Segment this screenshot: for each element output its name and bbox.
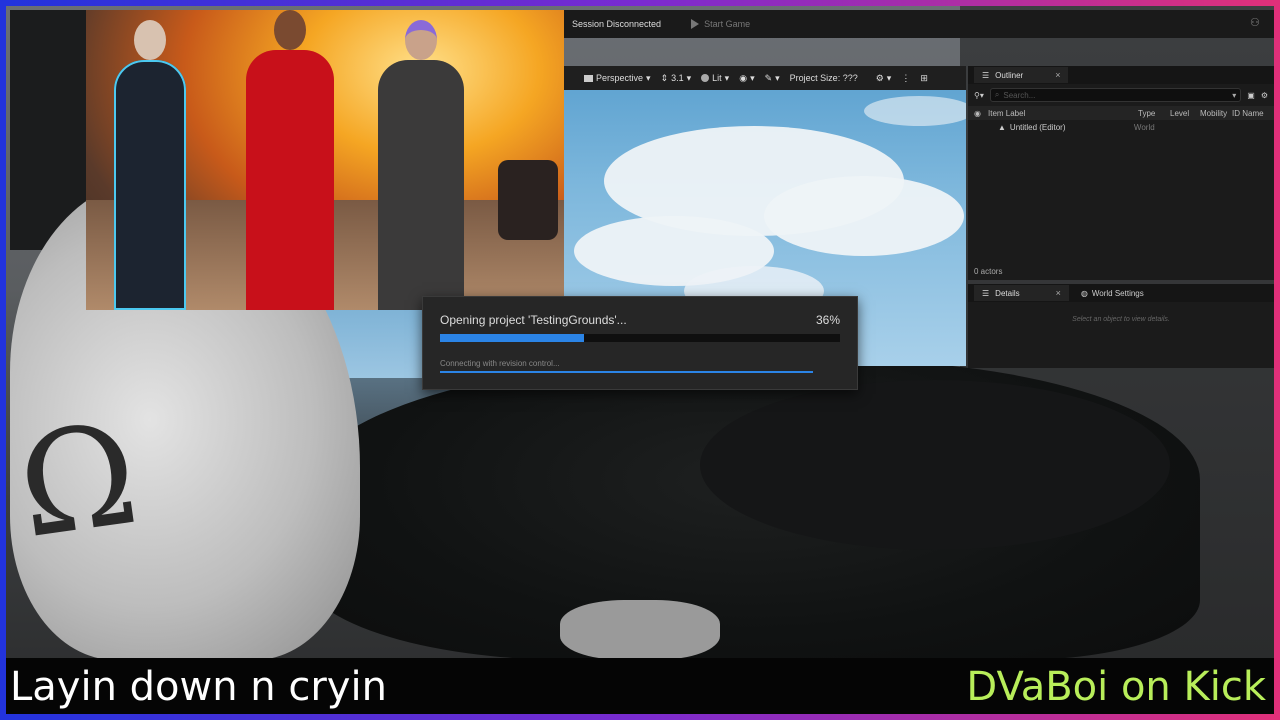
column-type[interactable]: Type: [1138, 109, 1170, 118]
chevron-down-icon: ▾: [724, 72, 730, 83]
chevron-down-icon: ▾: [686, 72, 692, 83]
kebab-menu-icon: ⋮: [901, 72, 911, 83]
gear-icon: ⚙: [875, 72, 884, 83]
progress-bar: [440, 334, 840, 342]
stream-caption: Layin down n cryin: [10, 664, 387, 710]
tab-details[interactable]: ☰ Details ×: [974, 285, 1069, 301]
show-dropdown[interactable]: ◉ ▾: [739, 73, 754, 84]
outliner-tab-bar: ☰ Outliner ×: [968, 66, 1274, 84]
lit-sphere-icon: [701, 74, 710, 82]
start-game-label: Start Game: [704, 19, 751, 29]
chevron-down-icon: ▾: [1232, 90, 1237, 100]
chevron-down-icon: ▾: [775, 72, 780, 83]
column-level[interactable]: Level: [1170, 109, 1200, 118]
details-tab-label: Details: [995, 288, 1020, 298]
visibility-eye-icon[interactable]: ◉: [974, 109, 988, 118]
status-progress-line: [440, 371, 813, 373]
scale-icon: ⇕: [660, 72, 669, 83]
poster-image: [86, 10, 564, 310]
start-game-button[interactable]: Start Game: [691, 19, 750, 29]
editor-top-bar: Session Disconnected Start Game ⚇: [564, 10, 1274, 38]
actor-count: 0 actors: [974, 267, 1003, 276]
details-panel: ☰ Details × ◍ World Settings Select an o…: [968, 284, 1274, 368]
outliner-panel: ☰ Outliner × ⚲▾ ⌕ Search... ▾ ▣ ⚙ ◉ Item…: [968, 66, 1274, 280]
world-icon: ▲: [998, 122, 1006, 132]
project-size-label: Project Size: ???: [789, 73, 858, 83]
chevron-down-icon: ▾: [886, 72, 892, 83]
dialog-status-text: Connecting with revision control...: [440, 359, 560, 368]
progress-percent: 36%: [815, 313, 840, 327]
progress-bar-fill: [440, 334, 584, 342]
poster-figure-right: [378, 20, 464, 310]
gear-icon[interactable]: ⚙: [1261, 91, 1268, 100]
wand-icon: ✎: [764, 72, 773, 83]
settings-button[interactable]: ⚙ ▾: [876, 73, 892, 84]
details-icon: ☰: [982, 288, 990, 298]
play-icon: [691, 19, 700, 29]
session-status-label: Session Disconnected: [572, 19, 662, 29]
scale-dropdown[interactable]: ⇕ 3.1 ▾: [661, 73, 692, 84]
poster-figure-center: [246, 10, 334, 310]
pant-leg: [560, 600, 720, 660]
column-mobility[interactable]: Mobility: [1200, 109, 1232, 118]
outliner-search-input[interactable]: ⌕ Search... ▾: [989, 88, 1242, 102]
dialog-title: Opening project 'TestingGrounds'...: [440, 313, 627, 327]
poster-figure-left: [114, 20, 186, 310]
outliner-search-row: ⚲▾ ⌕ Search... ▾ ▣ ⚙: [968, 84, 1274, 106]
outliner-column-header: ◉ Item Label Type Level Mobility ID Name: [968, 106, 1274, 120]
close-icon[interactable]: ×: [1055, 70, 1060, 80]
globe-icon: ◍: [1080, 288, 1088, 298]
filter-icon[interactable]: ⚲▾: [974, 91, 984, 100]
search-icon: ⌕: [994, 90, 1000, 99]
perspective-dropdown[interactable]: Perspective ▾: [584, 73, 651, 84]
eye-icon: ◉: [739, 72, 748, 83]
column-id-name[interactable]: ID Name: [1232, 109, 1272, 118]
column-item-label[interactable]: Item Label: [988, 109, 1138, 118]
layout-button[interactable]: ⊞: [920, 73, 928, 84]
opening-project-dialog: Opening project 'TestingGrounds'... 36% …: [422, 296, 858, 390]
chevron-down-icon: ▾: [750, 72, 755, 83]
camera-icon: [584, 74, 593, 82]
perspective-label: Perspective: [596, 73, 644, 83]
burnt-car: [498, 160, 558, 240]
tools-dropdown[interactable]: ✎ ▾: [765, 73, 780, 84]
tab-outliner[interactable]: ☰ Outliner ×: [974, 67, 1069, 83]
more-options-button[interactable]: ⋮: [901, 73, 910, 84]
table-row[interactable]: ▲ Untitled (Editor) World: [968, 120, 1274, 134]
omega-symbol-icon: Ω: [9, 392, 147, 571]
tab-world-settings[interactable]: ◍ World Settings: [1081, 289, 1144, 298]
details-empty-hint: Select an object to view details.: [1072, 316, 1170, 323]
outliner-tab-label: Outliner: [995, 70, 1024, 80]
details-tab-bar: ☰ Details × ◍ World Settings: [968, 284, 1274, 302]
close-icon[interactable]: ×: [1056, 288, 1061, 298]
session-status: Session Disconnected: [572, 19, 661, 29]
world-settings-label: World Settings: [1091, 288, 1144, 298]
row-type: World: [1133, 122, 1155, 132]
lit-dropdown[interactable]: Lit ▾: [701, 73, 729, 84]
project-size: Project Size: ???: [790, 73, 858, 83]
outliner-icon: ☰: [982, 70, 990, 80]
folder-add-icon[interactable]: ▣: [1247, 91, 1255, 100]
grid-icon: ⊞: [920, 72, 928, 83]
scale-label: 3.1: [671, 73, 684, 83]
viewport-toolbar: Perspective ▾ ⇕ 3.1 ▾ Lit ▾ ◉ ▾ ✎ ▾ Proj…: [564, 66, 966, 90]
users-icon[interactable]: ⚇: [1250, 16, 1266, 30]
chevron-down-icon: ▾: [646, 72, 651, 83]
lit-label: Lit: [712, 73, 722, 83]
blanket-fold: [700, 380, 1170, 550]
channel-caption: DVaBoi on Kick: [966, 664, 1266, 710]
row-label: Untitled (Editor): [1009, 122, 1066, 132]
search-placeholder: Search...: [1003, 90, 1036, 100]
